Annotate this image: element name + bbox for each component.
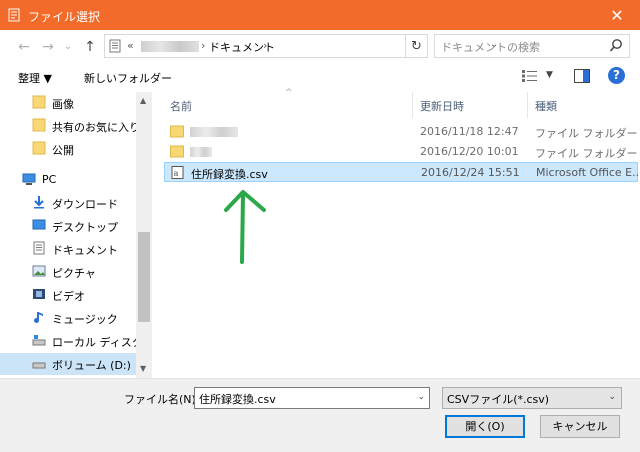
music-icon (34, 312, 43, 323)
file-row[interactable]: 2016/12/20 10:01 ファイル フォルダー (164, 142, 638, 162)
desktop-icon (32, 219, 46, 230)
sidebar-item-label: 公開 (52, 144, 74, 157)
file-type-filter[interactable]: CSVファイル(*.csv) ⌄ (442, 387, 622, 409)
sidebar-item-public[interactable]: 公開 (0, 138, 136, 160)
sidebar-item-label: ミュージック (52, 313, 118, 326)
search-icon (609, 39, 622, 52)
help-icon[interactable]: ? (608, 67, 625, 84)
file-row[interactable]: 2016/11/18 12:47 ファイル フォルダー (164, 122, 638, 142)
address-overflow[interactable]: « (127, 39, 134, 52)
download-icon (34, 196, 44, 209)
sidebar-item-label: ボリューム (D:) (52, 359, 131, 372)
file-date: 2016/12/20 10:01 (420, 145, 519, 158)
sidebar-item-images[interactable]: 画像 (0, 92, 136, 114)
refresh-icon: ↻ (411, 38, 422, 54)
sidebar-item-label: 共有のお気に入り (52, 121, 140, 134)
chevron-down-icon[interactable]: ⌄ (417, 392, 425, 402)
file-date: 2016/12/24 15:51 (421, 166, 520, 179)
view-dropdown[interactable]: ▼ (546, 70, 553, 80)
sidebar-item-label: PC (42, 173, 57, 186)
sidebar-item-downloads[interactable]: ダウンロード (0, 192, 136, 214)
filename-label: ファイル名(N): (124, 393, 200, 406)
sidebar-item-desktop[interactable]: デスクトップ (0, 215, 136, 237)
pc-icon (22, 173, 36, 185)
folder-icon (32, 141, 46, 155)
scroll-up-icon[interactable]: ▲ (140, 96, 146, 105)
back-button[interactable]: ← (14, 38, 34, 56)
forward-button[interactable]: → (38, 38, 58, 56)
file-type: ファイル フォルダー (535, 147, 638, 160)
column-divider[interactable] (412, 92, 413, 118)
search-placeholder: ドキュメントの検索 (441, 41, 540, 54)
video-icon (33, 289, 45, 299)
sidebar-item-pictures[interactable]: ピクチャ (0, 261, 136, 283)
open-button[interactable]: 開く(O) (445, 415, 525, 438)
csv-file-icon: a (171, 166, 184, 179)
pictures-icon (32, 265, 46, 277)
file-date: 2016/11/18 12:47 (420, 125, 519, 138)
organize-menu[interactable]: 整理 ▼ (18, 70, 52, 86)
sidebar-item-videos[interactable]: ビデオ (0, 284, 136, 306)
disk-icon (32, 335, 46, 346)
up-button[interactable]: ↑ (80, 38, 100, 56)
sidebar-item-documents[interactable]: ドキュメント (0, 238, 136, 260)
column-divider[interactable] (527, 92, 528, 118)
file-type: Microsoft Office E... (536, 166, 640, 179)
chevron-down-icon[interactable]: ⌄ (608, 392, 616, 402)
document-icon (33, 241, 45, 255)
recent-locations-button[interactable]: ⌄ (58, 38, 78, 56)
folder-icon (170, 145, 184, 158)
volume-icon (32, 362, 46, 369)
svg-text:a: a (174, 169, 179, 178)
column-header-name[interactable]: 名前 (170, 98, 192, 114)
document-folder-icon (109, 39, 121, 53)
annotation-arrow-icon (224, 190, 266, 264)
column-header-date[interactable]: 更新日時 (420, 98, 464, 114)
file-row-selected[interactable]: a 住所録変換.csv 2016/12/24 15:51 Microsoft O… (164, 162, 640, 182)
sidebar-item-label: ドキュメント (52, 244, 118, 257)
file-type: ファイル フォルダー (535, 127, 638, 140)
sidebar-item-local-disk-c[interactable]: ローカル ディスク (C (0, 330, 152, 352)
sidebar-item-label: ピクチャ (52, 267, 96, 280)
folder-icon (32, 118, 46, 132)
column-header-type[interactable]: 種類 (535, 98, 557, 114)
filter-value: CSVファイル(*.csv) (447, 393, 550, 406)
filename-input[interactable]: 住所録変換.csv ⌄ (194, 387, 430, 409)
redacted-file-name (190, 127, 238, 137)
sidebar-item-pc[interactable]: PC (0, 169, 136, 191)
sidebar-item-label: ダウンロード (52, 198, 118, 211)
path-separator[interactable]: › (201, 39, 205, 52)
sidebar-item-volume-d[interactable]: ボリューム (D:) (0, 353, 136, 375)
title-bar: ファイル選択 ✕ (0, 0, 640, 30)
sidebar-scroll-thumb[interactable] (138, 232, 150, 322)
navigation-pane: 画像 共有のお気に入り 公開 PC ダウンロード デスクトップ ドキュメント ピ… (0, 92, 152, 378)
app-icon (8, 8, 20, 22)
search-input[interactable]: ドキュメントの検索 (434, 34, 630, 58)
preview-pane-icon[interactable] (574, 69, 590, 83)
close-button[interactable]: ✕ (594, 0, 640, 30)
new-folder-button[interactable]: 新しいフォルダー (84, 70, 172, 86)
file-name: 住所録変換.csv (191, 168, 268, 181)
sidebar-item-music[interactable]: ミュージック (0, 307, 136, 329)
sort-indicator-icon: ^ (285, 88, 293, 98)
view-options-icon[interactable] (522, 70, 538, 82)
redacted-file-name (190, 147, 212, 157)
window-title: ファイル選択 (28, 10, 101, 24)
folder-icon (170, 125, 184, 138)
sidebar-item-shared-favorites[interactable]: 共有のお気に入り (0, 115, 140, 137)
filename-value: 住所録変換.csv (199, 393, 276, 406)
sidebar-item-label: デスクトップ (52, 221, 118, 234)
cancel-button[interactable]: キャンセル (540, 415, 620, 438)
sidebar-item-label: ビデオ (52, 290, 85, 303)
scroll-down-icon[interactable]: ▼ (140, 364, 146, 373)
refresh-button[interactable]: ↻ (406, 34, 428, 58)
close-icon: ✕ (610, 5, 624, 25)
sidebar-item-label: 画像 (52, 98, 74, 111)
redacted-path-segment (141, 41, 199, 52)
address-bar[interactable]: « › ドキュメント › ⌄ (104, 34, 498, 58)
path-separator[interactable]: › (263, 39, 267, 52)
folder-icon (32, 95, 46, 109)
